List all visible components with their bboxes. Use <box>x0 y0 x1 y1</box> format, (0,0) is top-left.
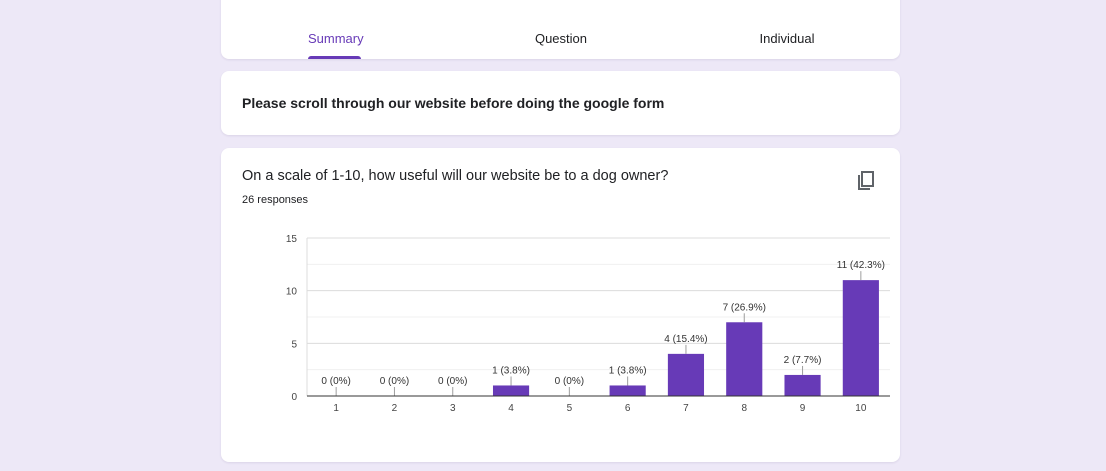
x-tick-label: 9 <box>800 403 806 414</box>
x-tick-label: 1 <box>333 403 339 414</box>
bar <box>609 385 646 396</box>
x-tick-label: 10 <box>855 403 867 414</box>
x-tick-label: 3 <box>450 403 456 414</box>
y-tick-label: 5 <box>291 339 297 350</box>
data-label: 0 (0%) <box>380 376 409 387</box>
x-tick-label: 5 <box>567 403 573 414</box>
active-tab-indicator <box>308 56 361 59</box>
bar <box>667 353 705 396</box>
x-tick-label: 6 <box>625 403 631 414</box>
form-description: Please scroll through our website before… <box>242 95 665 111</box>
data-label: 0 (0%) <box>438 376 467 387</box>
tab-question[interactable]: Question <box>533 31 589 46</box>
y-tick-label: 10 <box>286 287 298 298</box>
data-label: 2 (7.7%) <box>784 355 822 366</box>
data-label: 1 (3.8%) <box>609 365 647 376</box>
question-summary-card: On a scale of 1-10, how useful will our … <box>221 148 900 462</box>
bar-chart: 0 5 10 15 0 (0%) 1 0 (0%) 2 0 (0%) 3 1 (3.8%) 4 0 (0… <box>286 234 890 414</box>
bar <box>784 374 821 396</box>
x-tick-label: 4 <box>508 403 514 414</box>
tabs-card: Summary Question Individual <box>221 0 900 59</box>
y-tick-label: 15 <box>286 234 298 245</box>
data-label: 7 (26.9%) <box>723 302 766 313</box>
x-tick-label: 2 <box>392 403 398 414</box>
bar <box>726 322 763 396</box>
data-label: 0 (0%) <box>555 376 584 387</box>
data-label: 4 (15.4%) <box>664 334 707 345</box>
data-label: 1 (3.8%) <box>492 365 530 376</box>
x-tick-label: 7 <box>683 403 689 414</box>
bar <box>492 385 530 396</box>
tab-individual[interactable]: Individual <box>756 31 818 46</box>
tab-summary[interactable]: Summary <box>308 31 364 46</box>
data-label: 11 (42.3%) <box>837 260 885 271</box>
y-tick-label: 0 <box>291 392 297 403</box>
bar <box>842 280 879 396</box>
form-description-card: Please scroll through our website before… <box>221 71 900 135</box>
x-tick-label: 8 <box>741 403 747 414</box>
data-label: 0 (0%) <box>321 376 350 387</box>
